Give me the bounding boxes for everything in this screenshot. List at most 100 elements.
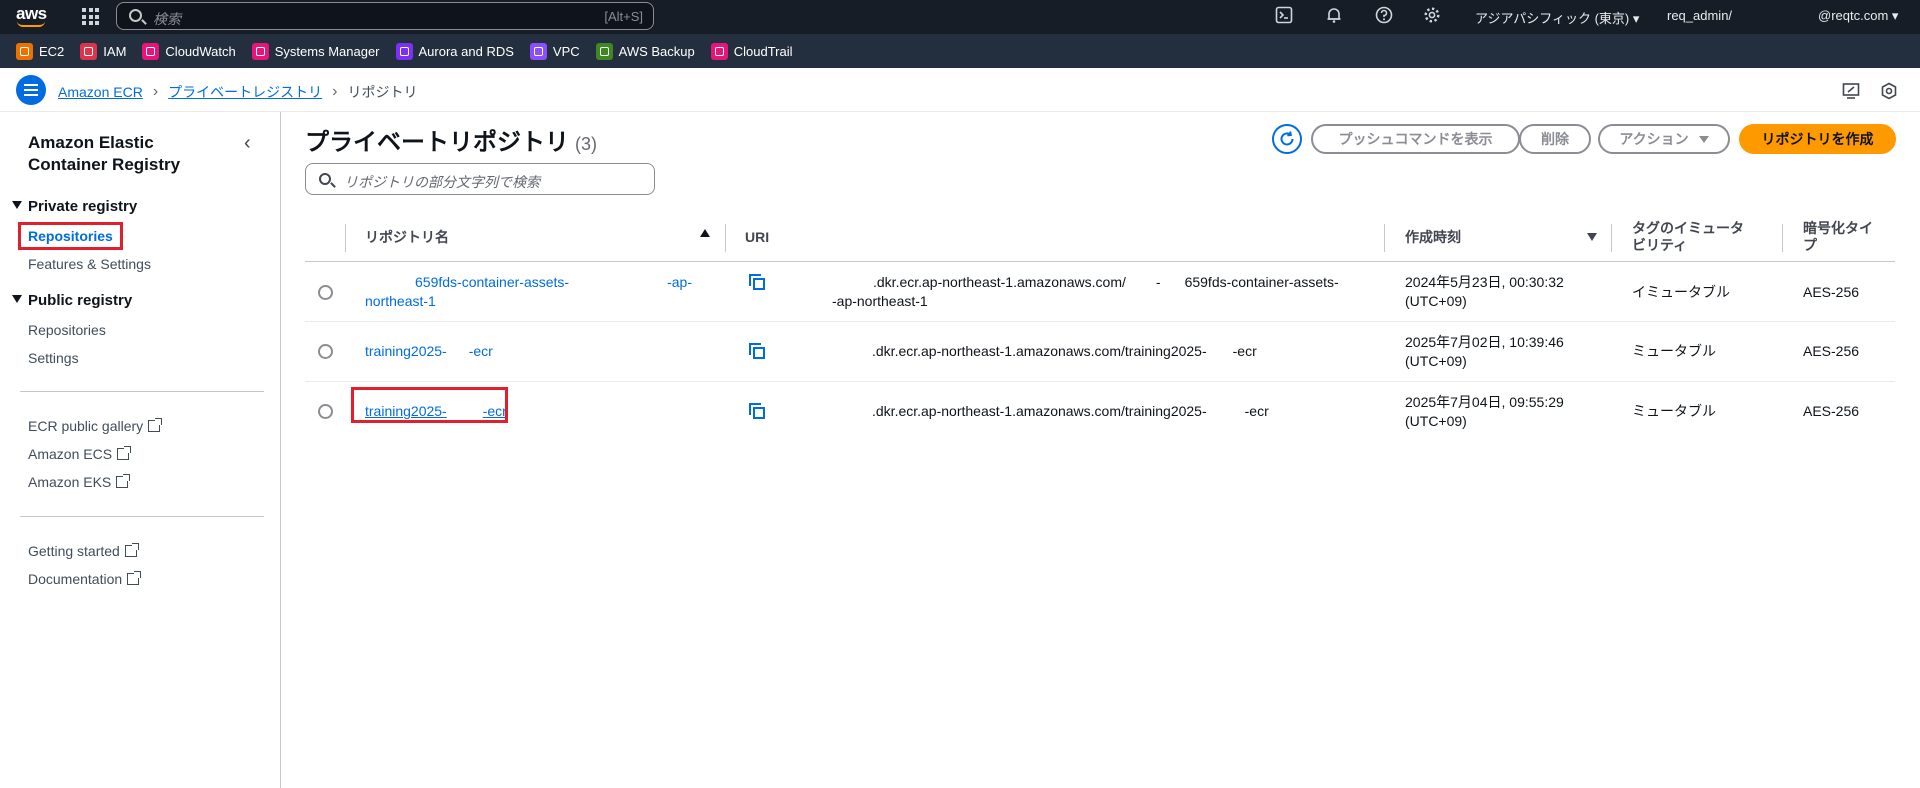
link-label: Amazon EKS [28, 474, 112, 490]
account-menu[interactable]: @reqtc.com ▾ [1818, 8, 1898, 24]
row-select-radio[interactable] [318, 404, 333, 419]
favorite-cloudtrail[interactable]: CloudTrail [710, 42, 793, 60]
breadcrumb-private-registry[interactable]: プライベートレジストリ [168, 82, 322, 102]
link-documentation[interactable]: Documentation [28, 571, 142, 587]
created-tz: (UTC+09) [1405, 413, 1467, 429]
repository-name-link[interactable]: 659fds-container-assets- -ap-northeast-1 [365, 273, 705, 311]
refresh-button[interactable] [1272, 124, 1302, 154]
sidebar-item-public-settings[interactable]: Settings [28, 350, 79, 366]
service-icon [16, 42, 33, 60]
tag-mutability: ミュータブル [1632, 343, 1716, 359]
notifications-bell-icon[interactable] [1324, 6, 1344, 26]
sidebar-item-features-settings[interactable]: Features & Settings [28, 256, 151, 272]
row-select-radio[interactable] [318, 344, 333, 359]
favorite-systems-manager[interactable]: Systems Manager [251, 42, 380, 60]
help-icon[interactable] [1374, 6, 1394, 26]
created-date: 2025年7月02日, 10:39:46 [1405, 334, 1564, 350]
breadcrumb: Amazon ECR › プライベートレジストリ › リポジトリ [58, 82, 417, 102]
row-select-radio[interactable] [318, 285, 333, 300]
column-header-created[interactable]: 作成時刻 [1405, 212, 1555, 262]
repository-filter-input[interactable]: リポジトリの部分文字列で検索 [305, 163, 655, 195]
region-selector[interactable]: アジアパシフィック (東京) ▾ [1475, 8, 1639, 27]
column-header-name[interactable]: リポジトリ名 [365, 212, 665, 262]
breadcrumb-amazon-ecr[interactable]: Amazon ECR [58, 84, 143, 100]
favorite-cloudwatch[interactable]: CloudWatch [142, 42, 236, 60]
encryption-type: AES-256 [1803, 343, 1860, 359]
copy-uri-icon[interactable] [749, 274, 765, 290]
filter-placeholder: リポジトリの部分文字列で検索 [344, 174, 540, 190]
service-label: CloudWatch [165, 43, 236, 59]
hexagon-settings-icon[interactable] [1880, 82, 1898, 100]
collapse-sidebar-icon[interactable]: ‹ [244, 132, 251, 155]
link-label: Getting started [28, 543, 120, 559]
sort-descending-icon[interactable] [1587, 233, 1597, 241]
favorite-aws-backup[interactable]: AWS Backup [595, 42, 695, 60]
repository-uri: .dkr.ecr.ap-northeast-1.amazonaws.com/ - 6… [823, 273, 1383, 311]
delete-button[interactable]: 削除 [1519, 124, 1591, 154]
caret-down-icon [1698, 135, 1709, 143]
external-link-icon [117, 446, 132, 460]
refresh-icon [1280, 131, 1294, 146]
sidebar-title[interactable]: Amazon Elastic Container Registry [28, 132, 228, 176]
service-label: VPC [552, 43, 580, 59]
table-row: training2025- -ecr .dkr.ecr.ap-northeast-… [305, 383, 1895, 442]
created-date: 2025年7月04日, 09:55:29 [1405, 394, 1564, 410]
chevron-right-icon: › [332, 83, 338, 100]
navigation-menu-button[interactable] [16, 75, 46, 105]
sidebar-item-public-repositories[interactable]: Repositories [28, 322, 106, 338]
repository-uri: .dkr.ecr.ap-northeast-1.amazonaws.com/tr… [872, 402, 1269, 421]
cloudshell-icon[interactable] [1274, 6, 1294, 26]
private-registry-section[interactable]: Private registry [12, 198, 137, 215]
link-amazon-ecs[interactable]: Amazon ECS [28, 446, 132, 462]
favorite-ec2[interactable]: EC2 [16, 42, 64, 60]
settings-gear-icon[interactable] [1422, 6, 1442, 26]
repository-count: (3) [575, 134, 597, 154]
public-registry-section[interactable]: Public registry [12, 292, 132, 309]
copy-uri-icon[interactable] [749, 403, 765, 419]
services-grid-icon[interactable] [80, 6, 100, 26]
column-header-mutability[interactable]: タグのイミュータビリティ [1632, 212, 1752, 262]
service-icon [142, 42, 160, 60]
column-divider [1611, 224, 1612, 252]
link-amazon-eks[interactable]: Amazon EKS [28, 474, 131, 490]
uri-part: -ecr [1244, 403, 1269, 419]
name-part: -ecr [468, 343, 493, 359]
side-navigation: Amazon Elastic Container Registry ‹ Priv… [0, 112, 281, 788]
column-header-encryption[interactable]: 暗号化タイプ [1803, 212, 1883, 262]
favorite-iam[interactable]: IAM [80, 42, 126, 60]
encryption-type: AES-256 [1803, 284, 1860, 300]
screen-icon[interactable] [1842, 82, 1860, 100]
aws-logo[interactable]: aws [16, 4, 48, 30]
created-at: 2024年5月23日, 00:30:32 (UTC+09) [1405, 273, 1564, 311]
private-registry-label: Private registry [28, 198, 138, 215]
repository-name-link[interactable]: training2025- -ecr [365, 342, 493, 361]
link-label: ECR public gallery [28, 418, 144, 434]
link-getting-started[interactable]: Getting started [28, 543, 139, 559]
link-label: Documentation [28, 571, 123, 587]
repository-uri: .dkr.ecr.ap-northeast-1.amazonaws.com/tr… [872, 342, 1257, 361]
uri-part: -ecr [1232, 343, 1257, 359]
service-icon [251, 42, 269, 60]
table-row: 659fds-container-assets- -ap-northeast-1 … [305, 263, 1895, 322]
created-at: 2025年7月04日, 09:55:29 (UTC+09) [1405, 393, 1564, 431]
breadcrumb-current: リポジトリ [347, 84, 418, 100]
favorite-aurora-and-rds[interactable]: Aurora and RDS [395, 42, 514, 60]
created-tz: (UTC+09) [1405, 353, 1467, 369]
favorites-bar: EC2 IAM CloudWatch Systems Manager Aurora an… [0, 34, 1920, 68]
column-header-uri[interactable]: URI [745, 212, 945, 262]
favorite-vpc[interactable]: VPC [529, 42, 580, 60]
create-repository-button[interactable]: リポジトリを作成 [1739, 124, 1896, 154]
tag-mutability: イミュータブル [1632, 284, 1730, 300]
user-name[interactable]: req_admin/ [1667, 8, 1732, 23]
sort-ascending-icon[interactable] [700, 229, 710, 237]
column-divider [725, 224, 726, 252]
global-search-input[interactable]: 検索 [Alt+S] [116, 2, 654, 30]
caret-down-icon [12, 201, 22, 209]
actions-dropdown[interactable]: アクション [1598, 124, 1730, 154]
view-push-commands-button[interactable]: プッシュコマンドを表示 [1311, 124, 1520, 154]
copy-uri-icon[interactable] [749, 343, 765, 359]
column-divider [1782, 224, 1783, 252]
page-title: プライベートリポジトリ (3) [305, 122, 597, 157]
link-ecr-public-gallery[interactable]: ECR public gallery [28, 418, 163, 434]
divider [20, 516, 264, 517]
